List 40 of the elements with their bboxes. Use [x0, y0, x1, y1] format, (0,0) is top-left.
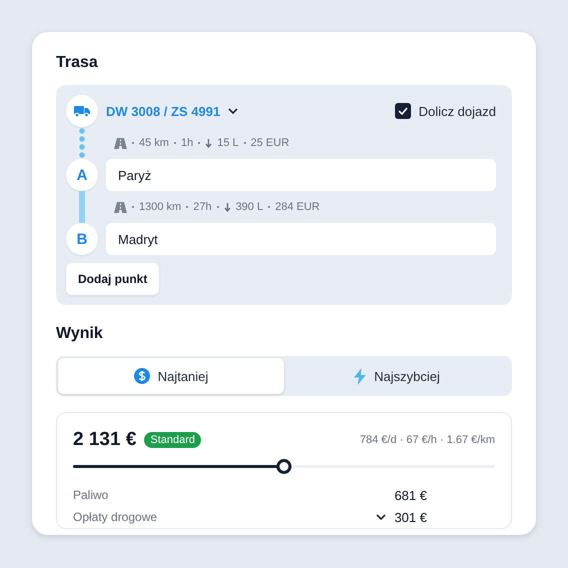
down-arrow-icon — [205, 138, 212, 148]
cost-value: 681 € — [394, 488, 427, 502]
tab[interactable]: Najtaniej — [58, 358, 284, 394]
standard-badge: Standard — [144, 432, 202, 448]
slider[interactable] — [73, 459, 495, 474]
leg-cost: 284 EUR — [275, 201, 320, 213]
dollar-icon — [134, 368, 150, 384]
point-marker: B — [66, 223, 98, 255]
tab[interactable]: Najszybciej — [284, 358, 510, 394]
cost-value: 301 € — [394, 510, 427, 524]
down-arrow-icon — [224, 202, 231, 212]
section-title: Wynik — [56, 325, 104, 343]
chevron-down-icon — [376, 514, 386, 520]
chevron-down-icon — [228, 108, 238, 114]
slider-thumb[interactable] — [276, 459, 292, 474]
leg-time: 1h — [180, 137, 194, 149]
leg-fuel: 15 L — [217, 137, 239, 149]
leg-distance: 45 km — [139, 137, 169, 149]
leg-cost: 25 EUR — [250, 137, 290, 149]
section-title: Trasa — [56, 54, 99, 72]
rates-text: 784 €/d · 67 €/h · 1.67 €/km — [360, 434, 495, 446]
road-icon — [114, 202, 127, 212]
road-icon — [114, 138, 127, 148]
total-price: 2 131 € — [73, 429, 136, 451]
cost-label: Paliwo — [73, 488, 110, 502]
cost-label: Opłaty drogowe — [73, 510, 158, 524]
route-connector — [79, 191, 85, 223]
checkbox-label: Dolicz dojazd — [418, 104, 496, 118]
leg-time: 27h — [193, 201, 212, 213]
checkbox[interactable] — [394, 103, 411, 119]
lightning-icon — [354, 368, 366, 384]
dotted-connector — [79, 127, 85, 159]
leg-distance: 1300 km — [139, 201, 182, 213]
location-field[interactable]: Paryż — [106, 159, 496, 191]
location-field[interactable]: Madryt — [106, 223, 496, 255]
add-point-button[interactable]: Dodaj punkt — [66, 263, 160, 295]
point-marker: A — [66, 159, 98, 191]
checkmark-icon — [398, 107, 408, 115]
leg-fuel: 390 L — [236, 201, 264, 213]
truck-icon — [74, 105, 90, 117]
